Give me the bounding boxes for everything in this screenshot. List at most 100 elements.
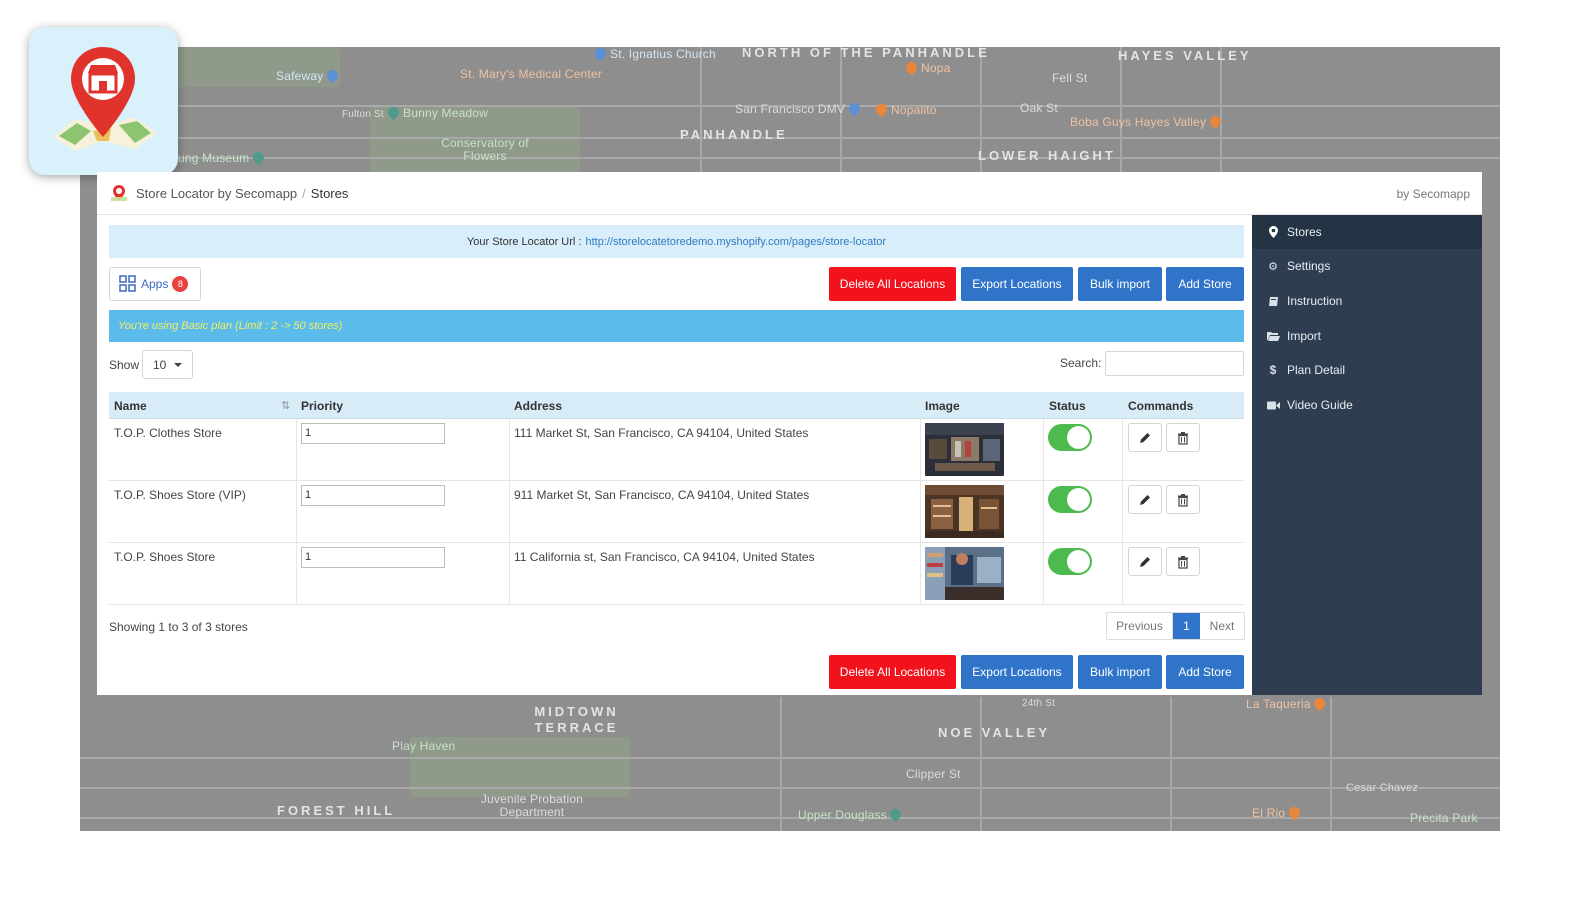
sidebar-item-label: Video Guide xyxy=(1287,398,1353,412)
priority-input[interactable]: 1 xyxy=(301,423,445,444)
video-camera-icon xyxy=(1266,401,1280,410)
store-name: T.O.P. Shoes Store (VIP) xyxy=(114,488,246,502)
folder-open-icon xyxy=(1266,331,1280,341)
export-locations-button[interactable]: Export Locations xyxy=(961,267,1073,301)
map-label: NOE VALLEY xyxy=(938,725,1051,740)
store-name: T.O.P. Clothes Store xyxy=(114,426,222,440)
page-size-value: 10 xyxy=(153,357,167,372)
show-label: Show xyxy=(109,358,140,372)
column-header-priority[interactable]: Priority xyxy=(301,399,343,413)
map-label: ung Museum xyxy=(178,149,268,166)
store-address: 911 Market St, San Francisco, CA 94104, … xyxy=(514,488,810,502)
app-icon xyxy=(29,27,178,175)
store-locator-url-link[interactable]: http://storelocatetoredemo.myshopify.com… xyxy=(585,236,886,248)
map-label: HAYES VALLEY xyxy=(1118,48,1252,63)
map-label: Bunny Meadow xyxy=(385,104,488,121)
edit-button[interactable] xyxy=(1128,547,1162,576)
delete-button[interactable] xyxy=(1166,423,1200,452)
sidebar-item-label: Instruction xyxy=(1287,294,1343,308)
trash-icon xyxy=(1178,431,1188,445)
map-label: Clipper St xyxy=(906,767,961,781)
edit-button[interactable] xyxy=(1128,423,1162,452)
store-image xyxy=(925,485,1004,538)
sidebar-item-settings[interactable]: ⚙ Settings xyxy=(1252,249,1482,283)
showing-count: Showing 1 to 3 of 3 stores xyxy=(109,620,248,634)
delete-button[interactable] xyxy=(1166,547,1200,576)
map-label: NORTH OF THE PANHANDLE xyxy=(742,47,990,60)
bulk-import-button[interactable]: Bulk import xyxy=(1078,267,1162,301)
store-map-pin-icon xyxy=(53,47,157,151)
priority-input[interactable]: 1 xyxy=(301,547,445,568)
map-label: La Taqueria xyxy=(1246,695,1329,712)
sidebar: Stores ⚙ Settings Instruction Import $ P… xyxy=(1252,215,1482,695)
map-label: MIDTOWN TERRACE xyxy=(534,704,619,735)
delete-button[interactable] xyxy=(1166,485,1200,514)
bulk-import-button-bottom[interactable]: Bulk import xyxy=(1078,655,1162,689)
map-label: 24th St xyxy=(1022,698,1056,709)
table-row: T.O.P. Shoes Store (VIP) 1 911 Market St… xyxy=(109,481,1244,543)
status-toggle[interactable] xyxy=(1048,486,1092,513)
sidebar-item-stores[interactable]: Stores xyxy=(1252,215,1482,249)
sidebar-item-instruction[interactable]: Instruction xyxy=(1252,284,1482,318)
apps-count-badge: 8 xyxy=(172,276,189,292)
map-label: San Francisco DMV xyxy=(735,100,864,117)
search-input[interactable] xyxy=(1105,351,1244,376)
sidebar-item-plan-detail[interactable]: $ Plan Detail xyxy=(1252,353,1482,387)
map-label: Fulton St xyxy=(342,109,384,120)
pagination: Previous 1 Next xyxy=(1106,612,1245,640)
next-page-button[interactable]: Next xyxy=(1200,613,1244,639)
map-marker-icon xyxy=(1266,226,1280,238)
map-label: LOWER HAIGHT xyxy=(978,148,1116,163)
status-toggle[interactable] xyxy=(1048,548,1092,575)
map-label: Juvenile Probation Department xyxy=(480,792,584,819)
sort-icon[interactable]: ⇅ xyxy=(281,399,290,412)
apps-label: Apps xyxy=(141,277,169,291)
map-label: PANHANDLE xyxy=(680,127,788,142)
column-header-name[interactable]: Name xyxy=(114,399,147,413)
column-header-address[interactable]: Address xyxy=(514,399,562,413)
edit-button[interactable] xyxy=(1128,485,1162,514)
status-toggle[interactable] xyxy=(1048,424,1092,451)
page-size-select[interactable]: 10 xyxy=(142,350,193,379)
delete-all-locations-button[interactable]: Delete All Locations xyxy=(829,267,956,301)
map-label: Conservatory of Flowers xyxy=(441,136,529,163)
url-label: Your Store Locator Url : xyxy=(466,235,582,248)
plan-notice: You're using Basic plan (Limit : 2 -> 50… xyxy=(109,310,1244,342)
export-locations-button-bottom[interactable]: Export Locations xyxy=(961,655,1073,689)
store-name: T.O.P. Shoes Store xyxy=(114,550,216,564)
pencil-icon xyxy=(1140,432,1150,443)
map-label: Cesar Chavez xyxy=(1346,782,1419,794)
pencil-icon xyxy=(1140,556,1150,567)
page-1-button[interactable]: 1 xyxy=(1173,613,1200,639)
breadcrumb: Store Locator by Secomapp / Stores xyxy=(136,186,348,201)
table-row: T.O.P. Shoes Store 1 11 California st, S… xyxy=(109,543,1244,605)
map-label: Upper Douglass xyxy=(798,806,905,823)
map-label: Fell St xyxy=(1052,71,1088,85)
map-label: Nopa xyxy=(903,59,951,76)
sidebar-item-video-guide[interactable]: Video Guide xyxy=(1252,388,1482,422)
breadcrumb-app-link[interactable]: Store Locator by Secomapp xyxy=(136,186,297,201)
sidebar-item-label: Import xyxy=(1287,329,1322,343)
sidebar-item-label: Plan Detail xyxy=(1287,363,1346,377)
table-row: T.O.P. Clothes Store 1 111 Market St, Sa… xyxy=(109,419,1244,481)
apps-button[interactable]: Apps 8 xyxy=(109,267,201,301)
map-label: Oak St xyxy=(1020,101,1058,115)
priority-input[interactable]: 1 xyxy=(301,485,445,506)
add-store-button[interactable]: Add Store xyxy=(1166,267,1244,301)
sidebar-item-import[interactable]: Import xyxy=(1252,319,1482,353)
dollar-icon: $ xyxy=(1269,363,1277,377)
sidebar-item-label: Stores xyxy=(1287,225,1322,239)
column-header-status[interactable]: Status xyxy=(1049,399,1086,413)
column-header-image[interactable]: Image xyxy=(925,399,960,413)
delete-all-locations-button-bottom[interactable]: Delete All Locations xyxy=(829,655,956,689)
store-image xyxy=(925,423,1004,476)
breadcrumb-current: Stores xyxy=(310,186,349,201)
add-store-button-bottom[interactable]: Add Store xyxy=(1166,655,1244,689)
map-label: St. Mary's Medical Center xyxy=(460,67,602,81)
previous-page-button[interactable]: Previous xyxy=(1107,613,1173,639)
trash-icon xyxy=(1178,555,1188,569)
apps-grid-icon xyxy=(119,275,136,292)
table-header: Name ⇅ Priority Address Image Status Com… xyxy=(109,392,1244,419)
map-label: FOREST HILL xyxy=(277,803,396,818)
map-label: St. Ignatius Church xyxy=(592,47,716,62)
